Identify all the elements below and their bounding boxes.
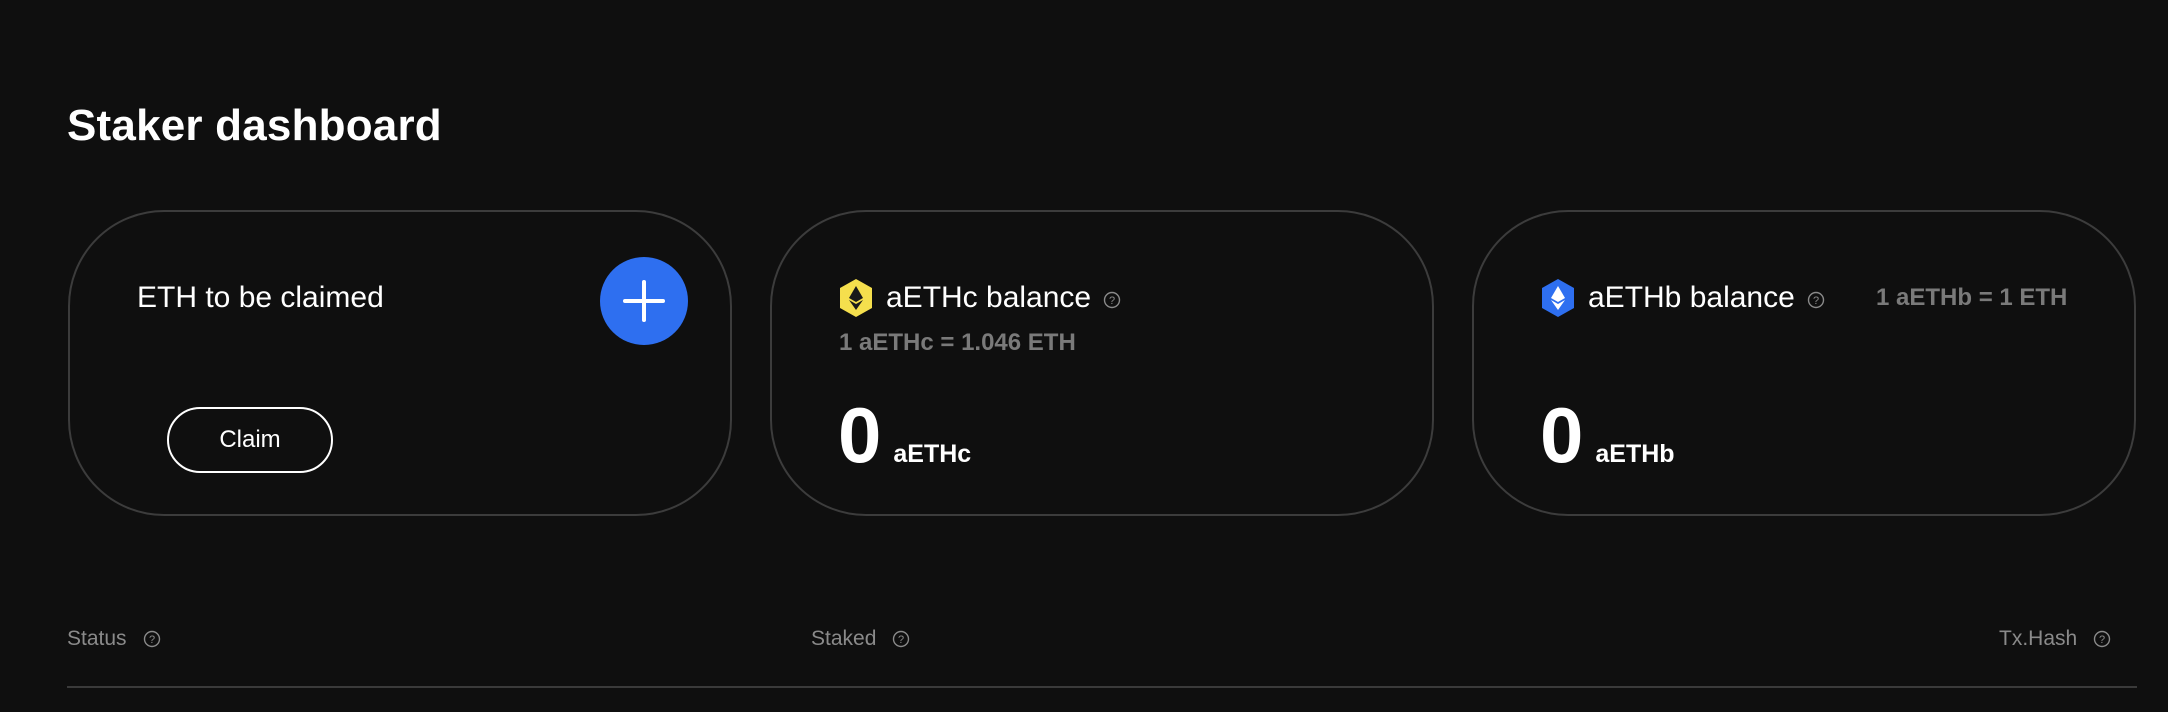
column-header-staked: Staked ? [811,622,910,656]
aethc-balance-unit: aETHc [893,440,972,468]
aethc-card-header: aETHc balance ? [838,278,1121,318]
aethb-exchange-rate: 1 aETHb = 1 ETH [1876,284,2068,311]
column-header-status: Status ? [67,622,161,656]
aethb-balance-card: aETHb balance ? 1 aETHb = 1 ETH 0 aETHb [1472,210,2136,516]
aethb-balance-value: 0 [1540,391,1584,479]
aethc-balance-value: 0 [838,391,882,479]
plus-icon [623,280,665,322]
column-header-status-label: Status [67,627,127,650]
eth-to-be-claimed-card: ETH to be claimed Claim [68,210,732,516]
question-circle-icon[interactable]: ? [892,630,910,648]
aethc-balance: 0 aETHc [838,390,971,480]
add-stake-button[interactable] [600,257,688,345]
question-circle-icon[interactable]: ? [1807,291,1825,309]
aethb-balance-title: aETHb balance [1588,281,1795,314]
svg-text:?: ? [2099,634,2105,646]
page-title: Staker dashboard [67,101,442,150]
column-header-txhash: Tx.Hash ? [1999,622,2111,656]
claim-card-title: ETH to be claimed [137,281,384,314]
column-header-staked-label: Staked [811,627,877,650]
table-header-divider [67,686,2137,688]
eth-token-yellow-hexagon-icon [840,279,872,317]
svg-text:?: ? [148,634,154,646]
svg-text:?: ? [1109,295,1115,307]
eth-token-blue-hexagon-icon [1542,279,1574,317]
question-circle-icon[interactable]: ? [1103,291,1121,309]
aethb-balance-unit: aETHb [1595,440,1675,468]
aethb-card-header: aETHb balance ? [1540,278,1825,318]
svg-text:?: ? [1813,295,1819,307]
aethc-exchange-rate: 1 aETHc = 1.046 ETH [839,329,1076,356]
aethc-balance-card: aETHc balance ? 1 aETHc = 1.046 ETH 0 aE… [770,210,1434,516]
svg-text:?: ? [898,634,904,646]
question-circle-icon[interactable]: ? [143,630,161,648]
claim-button[interactable]: Claim [167,407,333,473]
question-circle-icon[interactable]: ? [2093,630,2111,648]
column-header-txhash-label: Tx.Hash [1999,627,2078,650]
aethc-balance-title: aETHc balance [886,281,1092,314]
aethb-balance: 0 aETHb [1540,390,1675,480]
